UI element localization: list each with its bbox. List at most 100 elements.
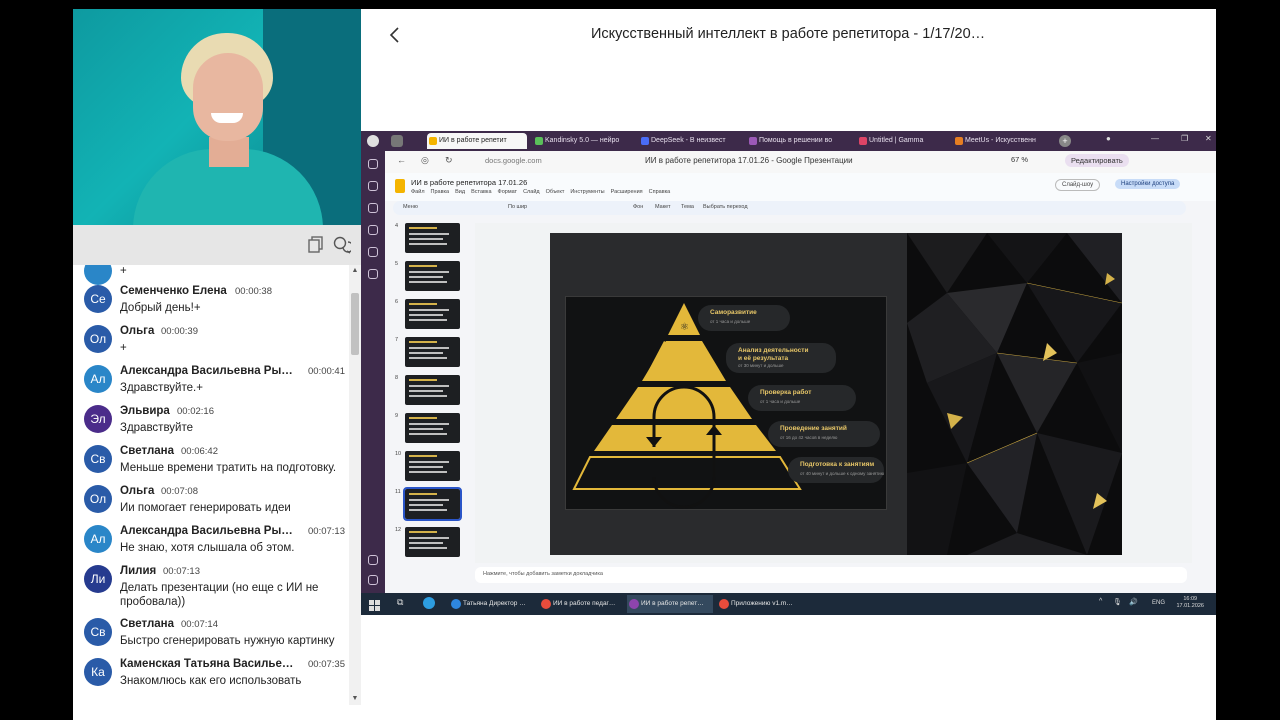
browser-tab[interactable]: Untitled | Gamma [857, 133, 957, 149]
slide-thumbnail[interactable]: 7 [391, 337, 471, 369]
avatar[interactable]: Св [84, 445, 112, 473]
pyramid-label-subtitle: от 1 часа и дольше [710, 319, 751, 324]
tray-chevron-icon[interactable]: ^ [1099, 598, 1102, 605]
sidebar-icon[interactable] [368, 159, 378, 169]
avatar[interactable]: Се [84, 285, 112, 313]
toolbar-item[interactable]: Выбрать переход [703, 204, 748, 210]
menu-item[interactable]: Вставка [471, 189, 491, 195]
maximize-icon[interactable]: ❐ [1181, 134, 1188, 143]
menu-item[interactable]: Инструменты [570, 189, 604, 195]
slide-number: 5 [395, 261, 399, 267]
sidebar-icon[interactable] [368, 203, 378, 213]
menu-item[interactable]: Слайд [523, 189, 540, 195]
tab-group-icon[interactable] [391, 135, 403, 147]
browser-tab[interactable]: DeepSeek - В неизвест [639, 133, 739, 149]
toolbar-item[interactable]: По шир [508, 204, 527, 210]
sender-name: Каменская Татьяна Василье… [120, 658, 294, 670]
taskbar-app[interactable]: Татьяна Директор … [449, 595, 535, 613]
notes-placeholder: Нажмите, чтобы добавить заметки докладчи… [483, 571, 603, 577]
toolbar-item[interactable]: Фон [633, 204, 643, 210]
edge-browser-icon[interactable] [423, 597, 435, 609]
reload-icon[interactable]: ↻ [445, 155, 453, 166]
browser-tab[interactable]: MeetUs - Искусственн [953, 133, 1053, 149]
avatar[interactable]: Ол [84, 325, 112, 353]
sender-name: Ольга [120, 485, 155, 497]
presentation-title: Искусственный интеллект в работе репетит… [591, 26, 986, 42]
avatar[interactable]: Св [84, 618, 112, 646]
language-indicator[interactable]: ENG [1152, 600, 1165, 606]
sidebar-icon[interactable] [368, 181, 378, 191]
microphone-icon[interactable]: 🎙 [1113, 598, 1122, 606]
profile-icon[interactable]: ● [1106, 134, 1111, 143]
scroll-down-arrow-icon[interactable]: ▼ [349, 693, 361, 705]
close-window-icon[interactable]: ✕ [1205, 134, 1212, 143]
browser-tab[interactable]: ИИ в работе репетит [427, 133, 527, 149]
avatar[interactable]: Ал [84, 525, 112, 553]
edit-button[interactable]: Редактировать [1065, 154, 1129, 167]
toolbar-item[interactable]: Тема [681, 204, 694, 210]
browser-tab[interactable]: Помощь в решении во [747, 133, 847, 149]
minimize-icon[interactable]: — [1151, 134, 1159, 143]
slide-thumbnail[interactable]: 8 [391, 375, 471, 407]
sidebar-more-icon[interactable] [368, 575, 378, 585]
slide-thumbnail[interactable]: 11 [391, 487, 471, 521]
share-button[interactable]: Настройки доступа [1115, 179, 1181, 189]
menu-item[interactable]: Объект [546, 189, 565, 195]
menu-item[interactable]: Правка [431, 189, 450, 195]
menu-item[interactable]: Файл [411, 189, 425, 195]
sidebar-add-icon[interactable] [368, 555, 378, 565]
pyramid-level-3-shape [616, 387, 752, 419]
chevron-left-icon[interactable] [385, 25, 405, 45]
avatar[interactable]: Ол [84, 485, 112, 513]
slide-thumbnail[interactable]: 10 [391, 451, 471, 483]
zoom-level[interactable]: 67 % [1011, 155, 1028, 164]
chat-bubbles-icon[interactable] [333, 236, 354, 254]
slide-thumbnail[interactable]: 4 [391, 223, 471, 255]
sidebar-icon[interactable] [368, 269, 378, 279]
avatar[interactable]: Ка [84, 658, 112, 686]
scroll-thumb[interactable] [351, 293, 359, 355]
clock-date: 17.01.2026 [1176, 603, 1204, 609]
task-view-icon[interactable]: ⧉ [397, 597, 403, 608]
tab-label: MeetUs - Искусственн [965, 137, 1036, 144]
system-clock[interactable]: 16:09 17.01.2026 [1176, 596, 1204, 610]
browser-tab[interactable]: Kandinsky 5.0 — нейро [533, 133, 633, 149]
chat-message-list[interactable]: + Се Семенченко Елена 00:00:38 Добрый день!… [73, 265, 349, 705]
tab-favicon-icon [749, 137, 757, 145]
windows-start-icon[interactable] [369, 598, 380, 611]
menu-item[interactable]: Справка [649, 189, 671, 195]
slide-thumbnail[interactable]: 6 [391, 299, 471, 331]
document-title[interactable]: ИИ в работе репетитора 17.01.26 [411, 178, 527, 187]
menu-item[interactable]: Вид [455, 189, 465, 195]
copy-icon[interactable] [307, 236, 325, 254]
slideshow-button[interactable]: Слайд-шоу [1055, 179, 1101, 191]
chat-scrollbar[interactable]: ▲ ▼ [349, 265, 361, 705]
taskbar-app[interactable]: Приложению v1.m… [717, 595, 803, 613]
current-slide[interactable]: ⚛ Саморазвитие от 1 часа и дольше Анализ д… [550, 233, 1122, 555]
toolbar-item[interactable]: Меню [403, 204, 418, 210]
toolbar-item[interactable]: Макет [655, 204, 671, 210]
avatar[interactable]: Эл [84, 405, 112, 433]
slide-thumbnail[interactable]: 5 [391, 261, 471, 293]
url-field[interactable]: docs.google.com [485, 156, 542, 165]
menu-item[interactable]: Расширения [611, 189, 643, 195]
taskbar-app[interactable]: ИИ в работе педаг… [539, 595, 625, 613]
slide-thumbnail[interactable]: 12 [391, 527, 471, 559]
new-tab-icon[interactable]: + [1059, 135, 1071, 147]
taskbar-app[interactable]: ИИ в работе репет… [627, 595, 713, 613]
sidebar-icon[interactable] [368, 247, 378, 257]
back-arrow-icon[interactable]: ← [397, 155, 406, 165]
speaker-notes[interactable]: Нажмите, чтобы добавить заметки докладчи… [475, 567, 1187, 583]
avatar[interactable]: Ал [84, 365, 112, 393]
slide-filmstrip[interactable]: 4 5 6 7 8 9 10 11 12 [391, 223, 471, 563]
speaker-icon[interactable]: 🔊 [1129, 598, 1138, 606]
sidebar-icon[interactable] [368, 225, 378, 235]
taskbar-app-icon [629, 599, 639, 609]
slide-thumbnail[interactable]: 9 [391, 413, 471, 445]
scroll-up-arrow-icon[interactable]: ▲ [349, 265, 361, 277]
menu-item[interactable]: Формат [498, 189, 518, 195]
message-text: Меньше времени тратить на подготовку. [120, 462, 337, 474]
avatar[interactable]: Ли [84, 565, 112, 593]
polygon-art [907, 233, 1122, 555]
home-icon[interactable]: ◎ [421, 155, 429, 166]
